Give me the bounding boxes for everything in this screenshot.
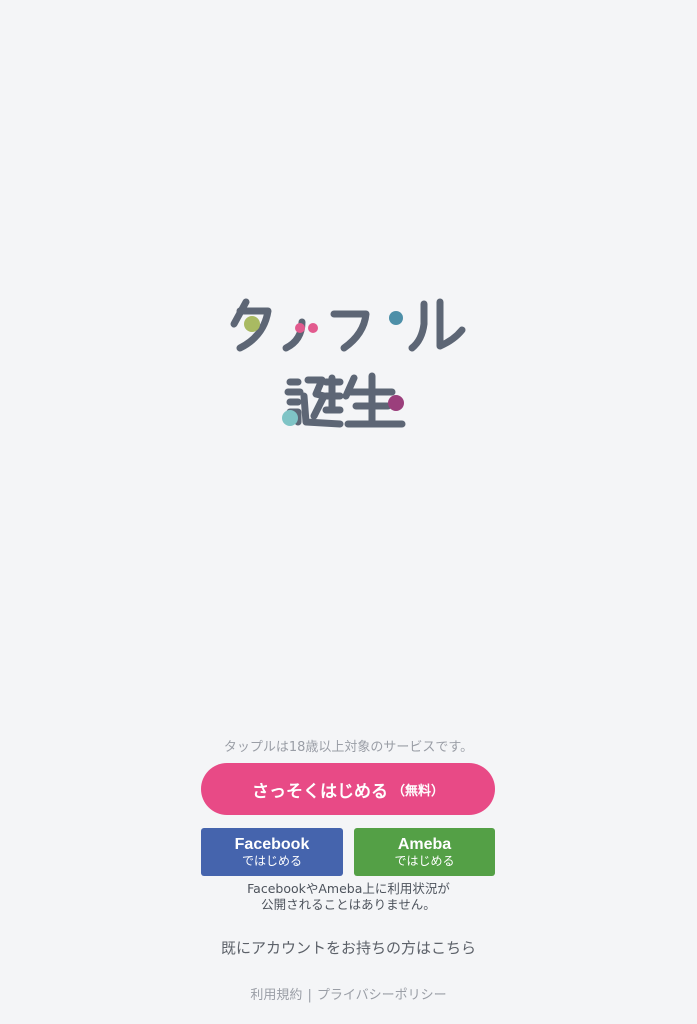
welcome-screen: タップルは18歳以上対象のサービスです。 さっそくはじめる （無料） Facebo…	[0, 0, 697, 1024]
logo-dot-purple	[388, 395, 404, 411]
facebook-login-button[interactable]: Facebook ではじめる	[201, 828, 343, 876]
logo-dot-blue	[389, 311, 403, 325]
tapple-logo	[230, 298, 466, 428]
ameba-login-button[interactable]: Ameba ではじめる	[354, 828, 495, 876]
logo-dot-pink	[295, 323, 305, 333]
footer-links: 利用規約 | プライバシーポリシー	[0, 984, 697, 1003]
privacy-policy-link[interactable]: プライバシーポリシー	[317, 988, 447, 1003]
age-restriction-note: タップルは18歳以上対象のサービスです。	[223, 740, 474, 755]
ameba-button-sub: ではじめる	[394, 853, 455, 868]
existing-account-login-link[interactable]: 既にアカウントをお持ちの方はこちら	[0, 937, 697, 958]
privacy-note-line-1: FacebookやAmeba上に利用状況が	[247, 881, 450, 896]
start-button-free-label: （無料）	[391, 783, 444, 799]
ameba-button-brand: Ameba	[397, 835, 452, 853]
logo-dot-green	[244, 316, 260, 332]
privacy-note-line-2: 公開されることはありません。	[261, 897, 436, 912]
logo-dot-pink	[308, 323, 318, 333]
terms-link[interactable]: 利用規約	[250, 988, 302, 1003]
start-button-label: さっそくはじめる	[251, 781, 388, 802]
logo-dot-teal	[282, 410, 298, 426]
start-free-button[interactable]: さっそくはじめる （無料）	[201, 763, 495, 815]
sns-privacy-note: FacebookやAmeba上に利用状況が 公開されることはありません。	[0, 881, 697, 913]
facebook-button-brand: Facebook	[234, 835, 310, 853]
footer-separator: |	[307, 988, 312, 1003]
facebook-button-sub: ではじめる	[241, 853, 302, 868]
